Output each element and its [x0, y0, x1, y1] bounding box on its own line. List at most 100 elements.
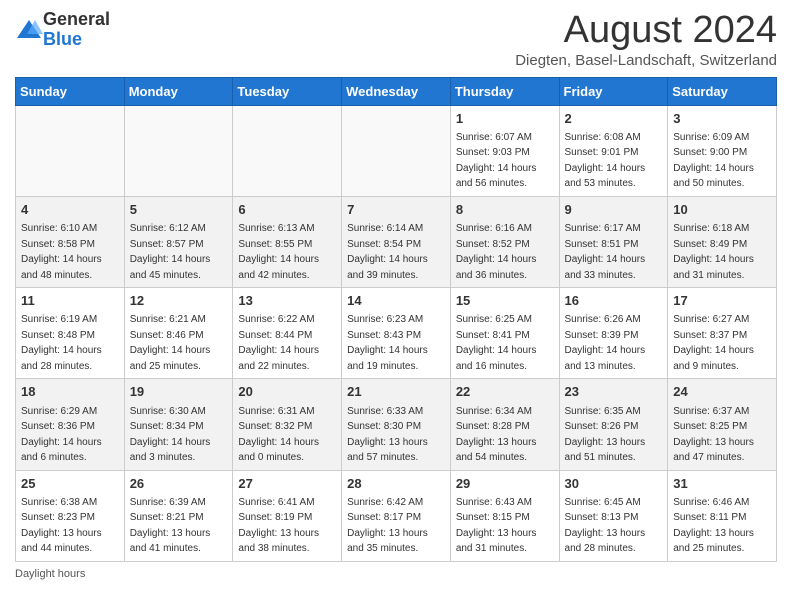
day-info: Sunrise: 6:23 AM Sunset: 8:43 PM Dayligh…	[347, 314, 428, 372]
calendar-day-header: Wednesday	[342, 77, 451, 105]
day-number: 13	[238, 292, 336, 310]
day-number: 21	[347, 383, 445, 401]
day-info: Sunrise: 6:33 AM Sunset: 8:30 PM Dayligh…	[347, 406, 428, 464]
day-info: Sunrise: 6:14 AM Sunset: 8:54 PM Dayligh…	[347, 223, 428, 281]
day-number: 28	[347, 475, 445, 493]
table-row: 20Sunrise: 6:31 AM Sunset: 8:32 PM Dayli…	[233, 379, 342, 470]
day-number: 6	[238, 201, 336, 219]
day-number: 26	[130, 475, 228, 493]
day-number: 16	[565, 292, 663, 310]
day-number: 27	[238, 475, 336, 493]
subtitle: Diegten, Basel-Landschaft, Switzerland	[515, 52, 777, 69]
table-row: 22 Sunrise: 6:34 AM Sunset: 8:28 PM Dayli…	[450, 379, 559, 470]
day-number: 15	[456, 292, 554, 310]
day-info: Sunrise: 6:31 AM Sunset: 8:32 PM Dayligh…	[238, 406, 319, 464]
header: General Blue August 2024 Diegten, Basel-…	[15, 10, 777, 69]
table-row: 17 Sunrise: 6:27 AM Sunset: 8:37 PM Dayli…	[668, 288, 777, 379]
calendar-day-header: Thursday	[450, 77, 559, 105]
calendar-table: SundayMondayTuesdayWednesdayThursdayFrid…	[15, 77, 777, 562]
day-info: Sunrise: 6:16 AM Sunset: 8:52 PM Dayligh…	[456, 223, 537, 281]
day-info: Sunrise: 6:08 AM Sunset: 9:01 PM Dayligh…	[565, 132, 646, 190]
month-title: August 2024	[515, 10, 777, 52]
table-row: 31Sunrise: 6:46 AM Sunset: 8:11 PM Dayli…	[668, 470, 777, 561]
table-row: 16 Sunrise: 6:26 AM Sunset: 8:39 PM Dayli…	[559, 288, 668, 379]
day-info: Sunrise: 6:41 AM Sunset: 8:19 PM Dayligh…	[238, 497, 319, 555]
table-row	[233, 105, 342, 196]
day-info: Sunrise: 6:17 AM Sunset: 8:51 PM Dayligh…	[565, 223, 646, 281]
table-row	[342, 105, 451, 196]
day-info: Sunrise: 6:29 AM Sunset: 8:36 PM Dayligh…	[21, 406, 102, 464]
table-row: 11 Sunrise: 6:19 AM Sunset: 8:48 PM Dayli…	[16, 288, 125, 379]
table-row: 1 Sunrise: 6:07 AM Sunset: 9:03 PM Daylig…	[450, 105, 559, 196]
table-row: 3 Sunrise: 6:09 AM Sunset: 9:00 PM Daylig…	[668, 105, 777, 196]
day-number: 25	[21, 475, 119, 493]
day-info: Sunrise: 6:25 AM Sunset: 8:41 PM Dayligh…	[456, 314, 537, 372]
day-info: Sunrise: 6:46 AM Sunset: 8:11 PM Dayligh…	[673, 497, 754, 555]
day-number: 19	[130, 383, 228, 401]
calendar-day-header: Monday	[124, 77, 233, 105]
day-info: Sunrise: 6:38 AM Sunset: 8:23 PM Dayligh…	[21, 497, 102, 555]
table-row: 21 Sunrise: 6:33 AM Sunset: 8:30 PM Dayli…	[342, 379, 451, 470]
table-row: 5 Sunrise: 6:12 AM Sunset: 8:57 PM Daylig…	[124, 196, 233, 287]
calendar-day-header: Saturday	[668, 77, 777, 105]
day-number: 2	[565, 110, 663, 128]
logo-blue-text: Blue	[43, 29, 82, 49]
day-number: 7	[347, 201, 445, 219]
table-row: 24Sunrise: 6:37 AM Sunset: 8:25 PM Dayli…	[668, 379, 777, 470]
day-info: Sunrise: 6:12 AM Sunset: 8:57 PM Dayligh…	[130, 223, 211, 281]
day-info: Sunrise: 6:19 AM Sunset: 8:48 PM Dayligh…	[21, 314, 102, 372]
day-info: Sunrise: 6:07 AM Sunset: 9:03 PM Dayligh…	[456, 132, 537, 190]
table-row: 18Sunrise: 6:29 AM Sunset: 8:36 PM Dayli…	[16, 379, 125, 470]
table-row: 7 Sunrise: 6:14 AM Sunset: 8:54 PM Daylig…	[342, 196, 451, 287]
footer-note: Daylight hours	[15, 568, 777, 580]
calendar-week-row: 1 Sunrise: 6:07 AM Sunset: 9:03 PM Daylig…	[16, 105, 777, 196]
table-row: 12Sunrise: 6:21 AM Sunset: 8:46 PM Dayli…	[124, 288, 233, 379]
table-row: 30 Sunrise: 6:45 AM Sunset: 8:13 PM Dayli…	[559, 470, 668, 561]
calendar-week-row: 11 Sunrise: 6:19 AM Sunset: 8:48 PM Dayli…	[16, 288, 777, 379]
calendar-day-header: Tuesday	[233, 77, 342, 105]
table-row: 19 Sunrise: 6:30 AM Sunset: 8:34 PM Dayli…	[124, 379, 233, 470]
table-row: 26 Sunrise: 6:39 AM Sunset: 8:21 PM Dayli…	[124, 470, 233, 561]
logo-icon	[15, 16, 43, 44]
day-info: Sunrise: 6:45 AM Sunset: 8:13 PM Dayligh…	[565, 497, 646, 555]
day-info: Sunrise: 6:27 AM Sunset: 8:37 PM Dayligh…	[673, 314, 754, 372]
logo: General Blue	[15, 10, 110, 50]
day-info: Sunrise: 6:18 AM Sunset: 8:49 PM Dayligh…	[673, 223, 754, 281]
day-number: 9	[565, 201, 663, 219]
title-area: August 2024 Diegten, Basel-Landschaft, S…	[515, 10, 777, 69]
day-info: Sunrise: 6:30 AM Sunset: 8:34 PM Dayligh…	[130, 406, 211, 464]
day-number: 1	[456, 110, 554, 128]
day-number: 10	[673, 201, 771, 219]
table-row: 9 Sunrise: 6:17 AM Sunset: 8:51 PM Daylig…	[559, 196, 668, 287]
table-row: 15 Sunrise: 6:25 AM Sunset: 8:41 PM Dayli…	[450, 288, 559, 379]
day-info: Sunrise: 6:35 AM Sunset: 8:26 PM Dayligh…	[565, 406, 646, 464]
table-row: 29Sunrise: 6:43 AM Sunset: 8:15 PM Dayli…	[450, 470, 559, 561]
day-info: Sunrise: 6:22 AM Sunset: 8:44 PM Dayligh…	[238, 314, 319, 372]
day-info: Sunrise: 6:26 AM Sunset: 8:39 PM Dayligh…	[565, 314, 646, 372]
table-row: 6 Sunrise: 6:13 AM Sunset: 8:55 PM Daylig…	[233, 196, 342, 287]
day-number: 17	[673, 292, 771, 310]
calendar-day-header: Friday	[559, 77, 668, 105]
table-row	[124, 105, 233, 196]
day-number: 3	[673, 110, 771, 128]
day-info: Sunrise: 6:34 AM Sunset: 8:28 PM Dayligh…	[456, 406, 537, 464]
day-info: Sunrise: 6:42 AM Sunset: 8:17 PM Dayligh…	[347, 497, 428, 555]
day-info: Sunrise: 6:10 AM Sunset: 8:58 PM Dayligh…	[21, 223, 102, 281]
day-number: 5	[130, 201, 228, 219]
day-info: Sunrise: 6:13 AM Sunset: 8:55 PM Dayligh…	[238, 223, 319, 281]
day-number: 30	[565, 475, 663, 493]
calendar-week-row: 25 Sunrise: 6:38 AM Sunset: 8:23 PM Dayli…	[16, 470, 777, 561]
table-row: 4Sunrise: 6:10 AM Sunset: 8:58 PM Daylig…	[16, 196, 125, 287]
table-row: 8Sunrise: 6:16 AM Sunset: 8:52 PM Daylig…	[450, 196, 559, 287]
table-row: 27 Sunrise: 6:41 AM Sunset: 8:19 PM Dayli…	[233, 470, 342, 561]
day-number: 14	[347, 292, 445, 310]
day-number: 22	[456, 383, 554, 401]
day-number: 23	[565, 383, 663, 401]
logo-general-text: General	[43, 9, 110, 29]
calendar-week-row: 18Sunrise: 6:29 AM Sunset: 8:36 PM Dayli…	[16, 379, 777, 470]
calendar-week-row: 4Sunrise: 6:10 AM Sunset: 8:58 PM Daylig…	[16, 196, 777, 287]
day-info: Sunrise: 6:39 AM Sunset: 8:21 PM Dayligh…	[130, 497, 211, 555]
day-number: 12	[130, 292, 228, 310]
day-number: 11	[21, 292, 119, 310]
day-info: Sunrise: 6:09 AM Sunset: 9:00 PM Dayligh…	[673, 132, 754, 190]
